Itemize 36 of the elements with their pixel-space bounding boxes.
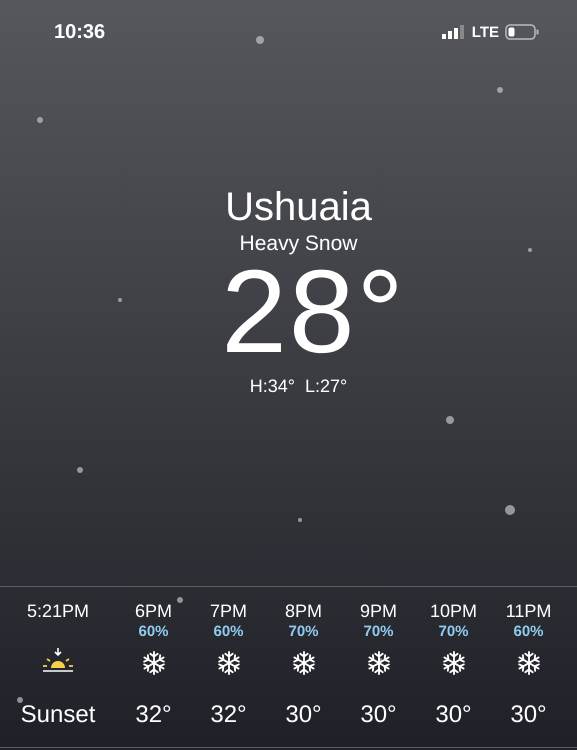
high-temperature: H:34° xyxy=(250,376,295,397)
network-label: LTE xyxy=(472,24,499,40)
snowflake-icon xyxy=(366,651,390,675)
hour-temperature: 32° xyxy=(210,701,247,729)
snowflake-icon xyxy=(516,651,540,675)
weather-condition: Heavy Snow xyxy=(240,232,358,256)
hour-time: 5:21PM xyxy=(26,601,90,623)
hour-time: 10PM xyxy=(430,601,478,623)
precipitation-chance: 60% xyxy=(513,623,544,642)
hour-temperature: 30° xyxy=(435,701,472,729)
hour-time: 9PM xyxy=(360,601,397,623)
snowflake-icon xyxy=(216,651,240,675)
hour-time: 11PM xyxy=(506,601,552,623)
clock-time: 10:36 xyxy=(54,20,106,44)
hour-temperature: 30° xyxy=(510,701,547,729)
hour-temperature: 30° xyxy=(360,701,397,729)
snowflake-icon xyxy=(142,651,166,675)
hour-temperature: 30° xyxy=(285,701,322,729)
snowflake-icon xyxy=(292,651,316,675)
precipitation-chance: 70% xyxy=(438,623,469,642)
signal-icon xyxy=(442,25,466,39)
city-name: Ushuaia xyxy=(225,184,372,230)
hour-temperature: 32° xyxy=(135,701,172,729)
sunset-label: Sunset xyxy=(20,701,96,729)
hour-time: 8PM xyxy=(284,601,322,623)
hour-time: 6PM xyxy=(134,601,172,623)
precipitation-chance: 70% xyxy=(288,623,319,642)
battery-icon xyxy=(505,24,539,40)
hour-time: 7PM xyxy=(210,601,247,623)
precipitation-chance: 70% xyxy=(363,623,394,642)
low-temperature: L:27° xyxy=(305,376,348,397)
snowflake-icon xyxy=(442,651,466,675)
sunset-icon xyxy=(42,647,74,673)
precipitation-chance: 60% xyxy=(213,623,244,642)
current-temperature: 28° xyxy=(220,256,406,368)
precipitation-chance: 60% xyxy=(138,623,169,642)
